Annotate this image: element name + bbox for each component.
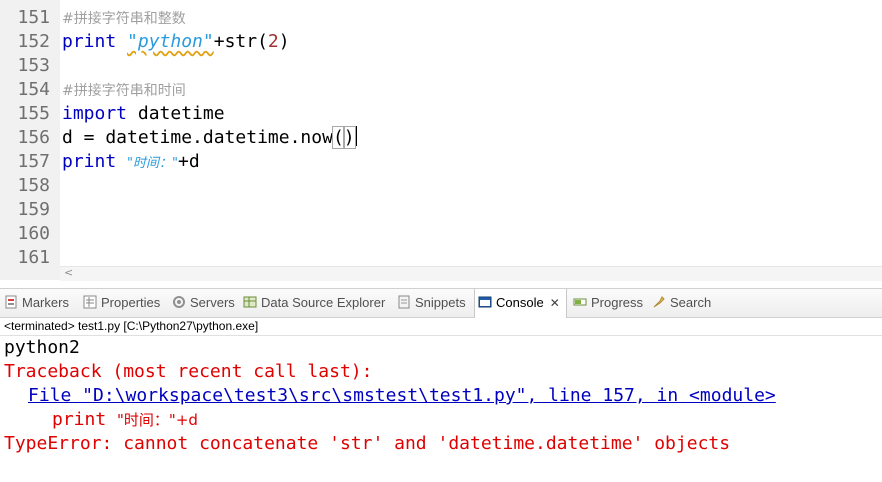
line-number: 156 [17, 127, 50, 148]
console-stdout-line: python2 [4, 337, 80, 358]
tab-properties[interactable]: Properties [83, 289, 160, 317]
string-literal: "python" [127, 31, 214, 52]
code-line[interactable]: 159 [0, 198, 882, 222]
search-icon [653, 296, 665, 308]
bracket-open: ( [331, 126, 345, 149]
code-text: datetime [127, 103, 225, 124]
tab-label: Data Source Explorer [261, 295, 386, 310]
line-number: 160 [17, 223, 50, 244]
tab-label: Search [670, 295, 712, 310]
tab-snippets[interactable]: Snippets [397, 289, 466, 317]
code-text: +d [178, 151, 200, 172]
code-line[interactable]: 154 #拼接字符串和时间 [0, 78, 882, 102]
line-number: 159 [17, 199, 50, 220]
data-source-icon [243, 296, 257, 308]
code-line[interactable]: 151 #拼接字符串和整数 [0, 6, 882, 30]
traceback-file-link[interactable]: File "D:\workspace\test3\src\smstest\tes… [28, 385, 776, 406]
tab-console[interactable]: Console ✕ [474, 289, 567, 318]
tab-data-source-explorer[interactable]: Data Source Explorer [243, 289, 385, 317]
horizontal-scrollbar[interactable]: < [60, 266, 882, 281]
line-number: 155 [17, 103, 50, 124]
number-literal: 2 [267, 31, 279, 52]
line-number: 161 [17, 247, 50, 266]
line-number: 151 [17, 7, 50, 28]
console-traceback-line: Traceback (most recent call last): [4, 361, 373, 382]
snippets-icon [398, 295, 410, 309]
code-text: ) [278, 31, 290, 52]
console-file-link-line: File "D:\workspace\test3\src\smstest\tes… [28, 384, 776, 408]
line-number: 157 [17, 151, 50, 172]
view-tab-bar: Markers Properties Servers Data Source E… [0, 288, 882, 318]
tab-search[interactable]: Search [652, 289, 711, 317]
tab-label: Console [496, 295, 544, 310]
code-text: d = datetime.datetime.now [62, 127, 333, 148]
comment: #拼接字符串和时间 [62, 83, 186, 99]
line-number: 154 [17, 79, 50, 100]
tab-label: Snippets [415, 295, 466, 310]
line-number: 153 [17, 55, 50, 76]
tab-markers[interactable]: Markers [4, 289, 69, 317]
scroll-left-icon[interactable]: < [64, 266, 73, 279]
text-caret [355, 126, 357, 146]
tab-label: Properties [101, 295, 161, 310]
console-output[interactable]: python2 Traceback (most recent call last… [0, 336, 882, 482]
progress-icon [573, 298, 587, 306]
console-code-line: print "时间："+d [52, 408, 198, 432]
string-literal: "时间：" [127, 156, 178, 171]
comment: #拼接字符串和整数 [62, 11, 186, 27]
code-line[interactable]: 157 print "时间："+d [0, 150, 882, 174]
console-status-header: <terminated> test1.py [C:\Python27\pytho… [0, 317, 882, 336]
console-icon [478, 296, 492, 308]
code-string: "时间：" [117, 411, 176, 429]
code-line[interactable]: 158 [0, 174, 882, 198]
close-icon[interactable]: ✕ [550, 296, 560, 310]
tab-label: Markers [22, 295, 69, 310]
code-line[interactable]: 153 [0, 54, 882, 78]
keyword: import [62, 103, 128, 124]
code-line[interactable]: 152 print "python"+str(2) [0, 30, 882, 54]
bracket-close: ) [342, 126, 356, 149]
code-line-current[interactable]: 156 d = datetime.datetime.now() [0, 126, 882, 150]
code-text: +d [175, 411, 198, 429]
properties-icon [83, 295, 97, 309]
code-line[interactable]: 161 [0, 246, 882, 266]
gutter-tail [0, 266, 60, 280]
tab-label: Progress [591, 295, 644, 310]
tab-progress[interactable]: Progress [573, 289, 643, 317]
code-editor[interactable]: 151 #拼接字符串和整数 152 print "python"+str(2) … [0, 0, 882, 266]
keyword: print [62, 31, 117, 52]
line-number: 158 [17, 175, 50, 196]
code-text: +str( [213, 31, 268, 52]
markers-icon [5, 295, 17, 309]
line-number: 152 [17, 31, 50, 52]
servers-icon [173, 296, 185, 308]
tab-servers[interactable]: Servers [172, 289, 235, 317]
code-line[interactable]: 160 [0, 222, 882, 246]
keyword: print [62, 151, 117, 172]
tab-label: Servers [190, 295, 235, 310]
code-line[interactable]: 155 import datetime [0, 102, 882, 126]
code-text: print [52, 409, 118, 430]
console-error-line: TypeError: cannot concatenate 'str' and … [4, 433, 731, 454]
